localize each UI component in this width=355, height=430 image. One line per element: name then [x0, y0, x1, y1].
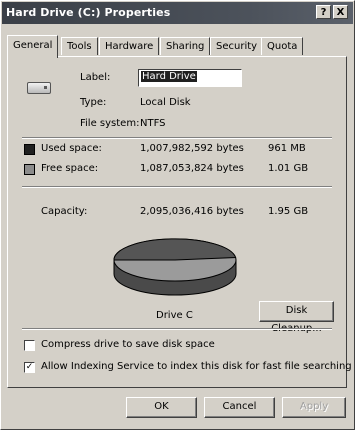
filesystem-value: NTFS	[140, 118, 166, 129]
free-space-caption: Free space:	[41, 163, 99, 174]
tab-quota[interactable]: Quota	[261, 37, 304, 55]
tab-hardware[interactable]: Hardware	[99, 37, 160, 55]
drive-name: Drive C	[156, 310, 193, 321]
tab-tools[interactable]: Tools	[61, 37, 98, 55]
disk-cleanup-button[interactable]: Disk Cleanup...	[259, 301, 334, 334]
capacity-caption: Capacity:	[41, 206, 88, 217]
window-title: Hard Drive (C:) Properties	[6, 6, 171, 19]
divider-top	[22, 137, 332, 139]
filesystem-caption: File system:	[80, 118, 140, 129]
type-value: Local Disk	[140, 97, 191, 108]
disk-usage-pie	[113, 238, 237, 296]
type-caption: Type:	[80, 97, 107, 108]
compress-checkbox[interactable]	[24, 340, 35, 351]
indexing-checkbox[interactable]: ✓	[24, 362, 35, 373]
ok-button[interactable]: OK	[126, 397, 197, 418]
used-space-caption: Used space:	[41, 143, 102, 154]
free-space-bytes: 1,087,053,824 bytes	[140, 163, 244, 174]
tab-security[interactable]: Security	[210, 37, 264, 55]
cancel-button[interactable]: Cancel	[204, 397, 275, 418]
help-button[interactable]: ?	[316, 5, 331, 19]
label-caption: Label:	[80, 72, 111, 83]
used-space-size: 961 MB	[268, 143, 306, 154]
close-button[interactable]: X	[333, 5, 348, 19]
title-bar[interactable]: Hard Drive (C:) Properties ? X	[2, 2, 353, 24]
capacity-size: 1.95 GB	[268, 206, 309, 217]
tab-general[interactable]: General	[7, 35, 59, 58]
apply-button[interactable]: Apply	[282, 397, 346, 418]
tab-sharing[interactable]: Sharing	[160, 37, 211, 55]
used-space-bytes: 1,007,982,592 bytes	[140, 143, 244, 154]
free-space-swatch	[24, 164, 35, 175]
capacity-bytes: 2,095,036,416 bytes	[140, 206, 244, 217]
divider-mid	[22, 186, 332, 188]
divider-bottom	[22, 328, 332, 330]
free-space-size: 1.01 GB	[268, 163, 309, 174]
volume-label-input[interactable]: Hard Drive	[138, 69, 242, 87]
indexing-label[interactable]: Allow Indexing Service to index this dis…	[41, 361, 352, 372]
hard-drive-icon	[27, 82, 51, 94]
pie-slice-used	[113, 238, 237, 261]
compress-label[interactable]: Compress drive to save disk space	[41, 339, 215, 350]
used-space-swatch	[24, 144, 35, 155]
volume-label-value: Hard Drive	[141, 71, 197, 82]
